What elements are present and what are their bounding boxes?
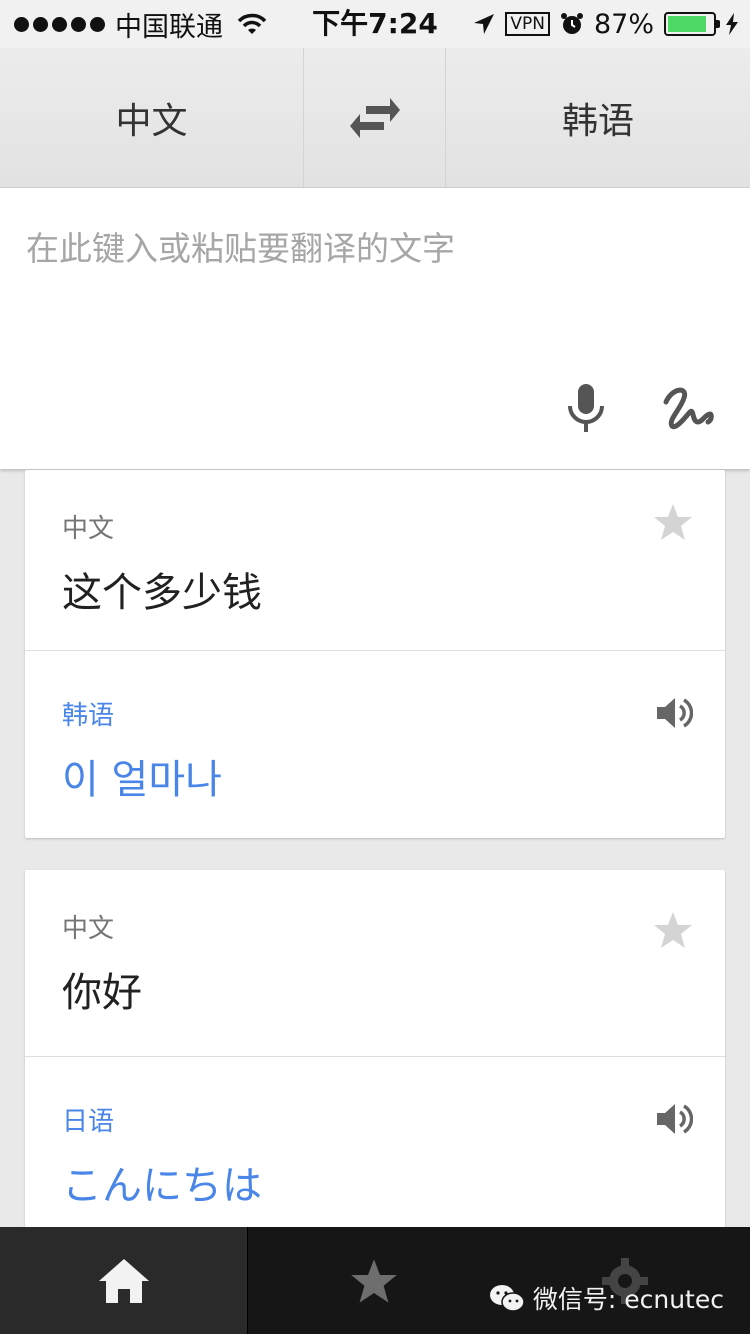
star-icon[interactable] bbox=[653, 502, 693, 542]
target-language: 韩语 bbox=[62, 701, 115, 731]
language-bar: 中文 韩语 bbox=[0, 48, 750, 188]
target-language-label: 韩语 bbox=[561, 100, 634, 142]
location-arrow-icon bbox=[474, 14, 495, 34]
target-language: 日语 bbox=[62, 1107, 115, 1137]
vpn-badge: VPN bbox=[505, 12, 550, 36]
history-card[interactable]: 中文 你好 日语 こんにちは bbox=[25, 870, 725, 1256]
target-text: 이 얼마나 bbox=[62, 757, 222, 803]
tab-home[interactable] bbox=[0, 1227, 248, 1334]
history-card[interactable]: 中文 这个多少钱 韩语 이 얼마나 bbox=[25, 470, 725, 838]
swap-languages-button[interactable] bbox=[304, 48, 446, 187]
source-text: 你好 bbox=[62, 970, 142, 1016]
status-bar: 中国联通 下午7:24 VPN 87% bbox=[0, 0, 750, 48]
source-language: 中文 bbox=[62, 914, 115, 944]
battery-icon bbox=[664, 12, 720, 36]
wechat-watermark: 微信号: ecnutec bbox=[489, 1280, 724, 1316]
source-section: 中文 你好 bbox=[25, 870, 725, 1056]
charging-bolt-icon bbox=[726, 13, 738, 35]
source-language-label: 中文 bbox=[115, 100, 188, 142]
wechat-logo-icon bbox=[489, 1285, 525, 1312]
translation-input[interactable]: 在此键入或粘贴要翻译的文字 bbox=[0, 188, 750, 469]
source-language-button[interactable]: 中文 bbox=[0, 48, 304, 187]
status-right: VPN 87% bbox=[473, 0, 738, 48]
target-text: こんにちは bbox=[62, 1163, 262, 1209]
watermark-text: 微信号: ecnutec bbox=[532, 1285, 724, 1314]
tab-favorites[interactable] bbox=[248, 1227, 500, 1334]
input-placeholder: 在此键入或粘贴要翻译的文字 bbox=[26, 229, 455, 268]
source-language: 中文 bbox=[62, 514, 115, 544]
target-section: 韩语 이 얼마나 bbox=[25, 650, 725, 838]
star-icon bbox=[351, 1258, 397, 1303]
source-text: 这个多少钱 bbox=[62, 570, 262, 616]
battery-percent: 87% bbox=[593, 8, 654, 40]
speaker-icon[interactable] bbox=[655, 695, 693, 731]
battery-fill bbox=[668, 16, 707, 32]
swap-arrows-icon bbox=[349, 97, 400, 138]
star-icon[interactable] bbox=[653, 910, 693, 950]
source-section: 中文 这个多少钱 bbox=[25, 470, 725, 650]
target-section: 日语 こんにちは bbox=[25, 1056, 725, 1256]
handwriting-icon[interactable] bbox=[662, 384, 716, 432]
alarm-clock-icon bbox=[560, 13, 583, 34]
microphone-icon[interactable] bbox=[562, 382, 610, 434]
home-icon bbox=[98, 1258, 149, 1303]
target-language-button[interactable]: 韩语 bbox=[446, 48, 750, 187]
speaker-icon[interactable] bbox=[655, 1101, 693, 1137]
